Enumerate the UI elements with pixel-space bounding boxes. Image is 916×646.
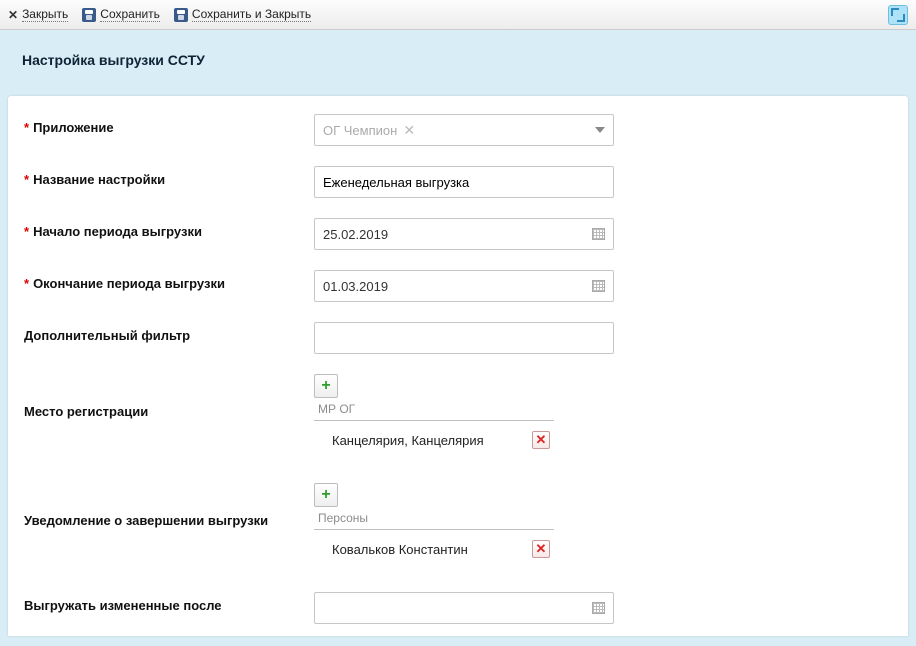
add-notify-button[interactable]: + [314,483,338,507]
expand-icon[interactable] [888,5,908,25]
label-extra-filter: Дополнительный фильтр [24,322,314,343]
save-and-close-button[interactable]: Сохранить и Закрыть [174,7,311,22]
period-end-input[interactable] [323,279,592,294]
row-app: *Приложение ОГ Чемпион ✕ [24,114,892,146]
close-button[interactable]: ✕ Закрыть [8,7,68,22]
chevron-down-icon [595,127,605,133]
calendar-icon[interactable] [592,602,605,614]
label-reg-place: Место регистрации [24,374,314,419]
reg-place-header: МР ОГ [314,402,554,421]
page-title: Настройка выгрузки ССТУ [22,52,896,68]
toolbar-left: ✕ Закрыть Сохранить Сохранить и Закрыть [8,7,311,22]
notify-item: Ковальков Константин ✕ [314,530,554,564]
clear-app-icon[interactable]: ✕ [403,122,415,139]
app-select[interactable]: ОГ Чемпион ✕ [314,114,614,146]
label-period-end: *Окончание периода выгрузки [24,270,314,291]
save-icon [82,8,96,22]
save-close-label: Сохранить и Закрыть [192,7,311,22]
settings-name-input[interactable] [323,167,605,197]
save-label: Сохранить [100,7,160,22]
label-app: *Приложение [24,114,314,135]
page-header: Настройка выгрузки ССТУ [0,30,916,96]
notify-block: + Персоны Ковальков Константин ✕ [314,483,614,564]
row-period-start: *Начало периода выгрузки [24,218,892,250]
row-reg-place: Место регистрации + МР ОГ Канцелярия, Ка… [24,374,892,455]
calendar-icon[interactable] [592,228,605,240]
period-start-input[interactable] [323,227,592,242]
reg-place-item-text: Канцелярия, Канцелярия [332,433,484,448]
save-button[interactable]: Сохранить [82,7,160,22]
period-start-input-wrap [314,218,614,250]
close-label: Закрыть [22,7,68,22]
calendar-icon[interactable] [592,280,605,292]
form-card: *Приложение ОГ Чемпион ✕ *Название настр… [8,96,908,636]
delete-notify-button[interactable]: ✕ [532,540,550,558]
label-settings-name: *Название настройки [24,166,314,187]
period-end-input-wrap [314,270,614,302]
notify-header: Персоны [314,511,554,530]
settings-name-input-wrap [314,166,614,198]
row-period-end: *Окончание периода выгрузки [24,270,892,302]
label-notify: Уведомление о завершении выгрузки [24,483,314,528]
row-extra-filter: Дополнительный фильтр [24,322,892,354]
reg-place-item: Канцелярия, Канцелярия ✕ [314,421,554,455]
label-period-start: *Начало периода выгрузки [24,218,314,239]
save-icon [174,8,188,22]
changed-after-input-wrap [314,592,614,624]
add-reg-place-button[interactable]: + [314,374,338,398]
delete-reg-place-button[interactable]: ✕ [532,431,550,449]
changed-after-input[interactable] [323,601,592,616]
extra-filter-input-wrap [314,322,614,354]
app-value: ОГ Чемпион [323,123,397,138]
extra-filter-input[interactable] [323,323,605,353]
toolbar: ✕ Закрыть Сохранить Сохранить и Закрыть [0,0,916,30]
label-changed-after: Выгружать измененные после [24,592,314,613]
close-icon: ✕ [8,8,18,22]
row-settings-name: *Название настройки [24,166,892,198]
notify-item-text: Ковальков Константин [332,542,468,557]
reg-place-block: + МР ОГ Канцелярия, Канцелярия ✕ [314,374,614,455]
row-changed-after: Выгружать измененные после [24,592,892,624]
row-notify: Уведомление о завершении выгрузки + Перс… [24,483,892,564]
